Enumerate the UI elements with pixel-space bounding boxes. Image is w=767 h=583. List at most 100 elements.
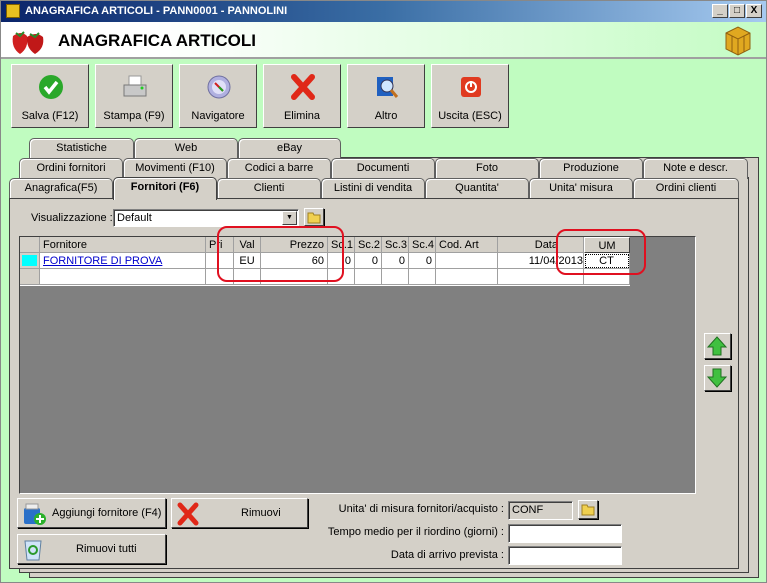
add-bin-icon — [24, 503, 46, 525]
cell-sc3[interactable]: 0 — [382, 253, 409, 269]
chevron-down-icon[interactable]: ▼ — [282, 211, 297, 225]
delete-x-icon — [177, 502, 199, 526]
data-arrivo-label: Data di arrivo prevista : — [390, 549, 504, 561]
um-field: CONF — [508, 501, 573, 520]
tab-movimenti[interactable]: Movimenti (F10) — [123, 158, 227, 179]
empty-cell[interactable] — [382, 269, 409, 285]
empty-cell[interactable] — [498, 269, 584, 285]
empty-cell[interactable] — [261, 269, 328, 285]
print-label: Stampa (F9) — [103, 110, 165, 122]
col-cod-art[interactable]: Cod. Art — [436, 237, 498, 253]
cell-sc2[interactable]: 0 — [355, 253, 382, 269]
suppliers-grid[interactable]: Fornitore Pri Val Prezzo Sc.1 Sc.2 Sc.3 … — [19, 236, 696, 494]
col-prezzo[interactable]: Prezzo — [261, 237, 328, 253]
empty-cell[interactable] — [206, 269, 234, 285]
view-folder-button[interactable] — [304, 208, 324, 226]
tab-produzione[interactable]: Produzione — [539, 158, 643, 179]
tab-statistiche[interactable]: Statistiche — [29, 138, 134, 159]
tab-codici-a-barre[interactable]: Codici a barre — [227, 158, 331, 179]
minimize-button[interactable]: _ — [712, 4, 728, 18]
navigator-button[interactable]: Navigatore — [179, 64, 257, 128]
view-label: Visualizzazione : — [31, 212, 113, 224]
tab-ordini-fornitori[interactable]: Ordini fornitori — [19, 158, 123, 179]
grid-corner — [20, 237, 40, 253]
tab-foto[interactable]: Foto — [435, 158, 539, 179]
cell-cod-art[interactable] — [436, 253, 498, 269]
title-bar[interactable]: ANAGRAFICA ARTICOLI - PANN0001 - PANNOLI… — [1, 1, 766, 22]
remove-all-label: Rimuovi tutti — [76, 543, 137, 555]
col-sc2[interactable]: Sc.2 — [355, 237, 382, 253]
col-sc3[interactable]: Sc.3 — [382, 237, 409, 253]
tab-anagrafica[interactable]: Anagrafica(F5) — [9, 178, 113, 199]
remove-button[interactable]: Rimuovi — [171, 498, 308, 528]
empty-cell[interactable] — [409, 269, 436, 285]
application-window: ANAGRAFICA ARTICOLI - PANN0001 - PANNOLI… — [0, 0, 767, 583]
um-label: Unita' di misura fornitori/acquisto : — [338, 503, 504, 515]
delete-x-icon — [291, 74, 315, 100]
tab-unita-misura[interactable]: Unita' misura — [529, 178, 633, 199]
um-folder-button[interactable] — [578, 500, 598, 519]
tab-fornitori[interactable]: Fornitori (F6) — [113, 177, 217, 200]
cell-pri[interactable] — [206, 253, 234, 269]
cell-prezzo[interactable]: 60 — [261, 253, 328, 269]
col-val[interactable]: Val — [234, 237, 261, 253]
tempo-label: Tempo medio per il riordino (giorni) : — [327, 526, 504, 538]
col-sc4[interactable]: Sc.4 — [409, 237, 436, 253]
col-data[interactable]: Data — [498, 237, 584, 253]
tab-web[interactable]: Web — [134, 138, 238, 159]
folder-icon — [581, 504, 595, 516]
cell-sc4[interactable]: 0 — [409, 253, 436, 269]
empty-cell[interactable] — [584, 269, 630, 285]
cell-fornitore[interactable]: FORNITORE DI PROVA — [40, 253, 206, 269]
navigator-label: Navigatore — [191, 110, 245, 122]
printer-icon — [123, 75, 147, 97]
other-label: Altro — [374, 110, 398, 122]
tempo-input[interactable] — [508, 524, 622, 543]
strawberry-icon — [12, 31, 44, 54]
recycle-bin-icon — [24, 540, 42, 561]
empty-cell[interactable] — [40, 269, 206, 285]
empty-cell[interactable] — [234, 269, 261, 285]
col-fornitore[interactable]: Fornitore — [40, 237, 206, 253]
tab-ebay[interactable]: eBay — [238, 138, 341, 159]
tab-ordini-clienti[interactable]: Ordini clienti — [633, 178, 739, 199]
empty-cell[interactable] — [328, 269, 355, 285]
cell-sc1[interactable]: 0 — [328, 253, 355, 269]
other-button[interactable]: Altro — [347, 64, 425, 128]
col-sc1[interactable]: Sc.1 — [328, 237, 355, 253]
delete-label: Elimina — [283, 110, 321, 122]
empty-cell[interactable] — [436, 269, 498, 285]
folder-icon — [307, 212, 321, 224]
app-icon — [6, 4, 20, 18]
exit-button[interactable]: Uscita (ESC) — [431, 64, 509, 128]
tab-note-e-descr[interactable]: Note e descr. — [643, 158, 748, 179]
col-um[interactable]: UM — [584, 237, 630, 253]
exit-label: Uscita (ESC) — [438, 110, 502, 122]
compass-icon — [207, 75, 231, 99]
tab-listini-di-vendita[interactable]: Listini di vendita — [321, 178, 425, 199]
empty-cell[interactable] — [355, 269, 382, 285]
tab-documenti[interactable]: Documenti — [331, 158, 435, 179]
um-value: CONF — [512, 504, 544, 516]
row-indicator-empty[interactable] — [20, 269, 40, 285]
save-button[interactable]: Salva (F12) — [11, 64, 89, 128]
view-select[interactable]: Default ▼ — [113, 209, 299, 227]
add-supplier-button[interactable]: Aggiungi fornitore (F4) — [17, 498, 166, 528]
remove-all-button[interactable]: Rimuovi tutti — [17, 534, 166, 564]
maximize-button[interactable]: □ — [729, 4, 745, 18]
delete-button[interactable]: Elimina — [263, 64, 341, 128]
book-magnifier-icon — [377, 77, 399, 98]
cell-data[interactable]: 11/04/2013 — [498, 253, 584, 269]
move-down-button[interactable] — [704, 365, 731, 391]
cell-val[interactable]: EU — [234, 253, 261, 269]
tab-quantita[interactable]: Quantita' — [425, 178, 529, 199]
move-up-button[interactable] — [704, 333, 731, 359]
tab-clienti[interactable]: Clienti — [217, 178, 321, 199]
col-pri[interactable]: Pri — [206, 237, 234, 253]
row-indicator[interactable] — [20, 253, 40, 269]
data-arrivo-input[interactable] — [508, 546, 622, 565]
print-button[interactable]: Stampa (F9) — [95, 64, 173, 128]
close-button[interactable]: X — [746, 4, 762, 18]
cell-um[interactable]: CT — [584, 253, 630, 269]
power-icon — [461, 77, 481, 97]
